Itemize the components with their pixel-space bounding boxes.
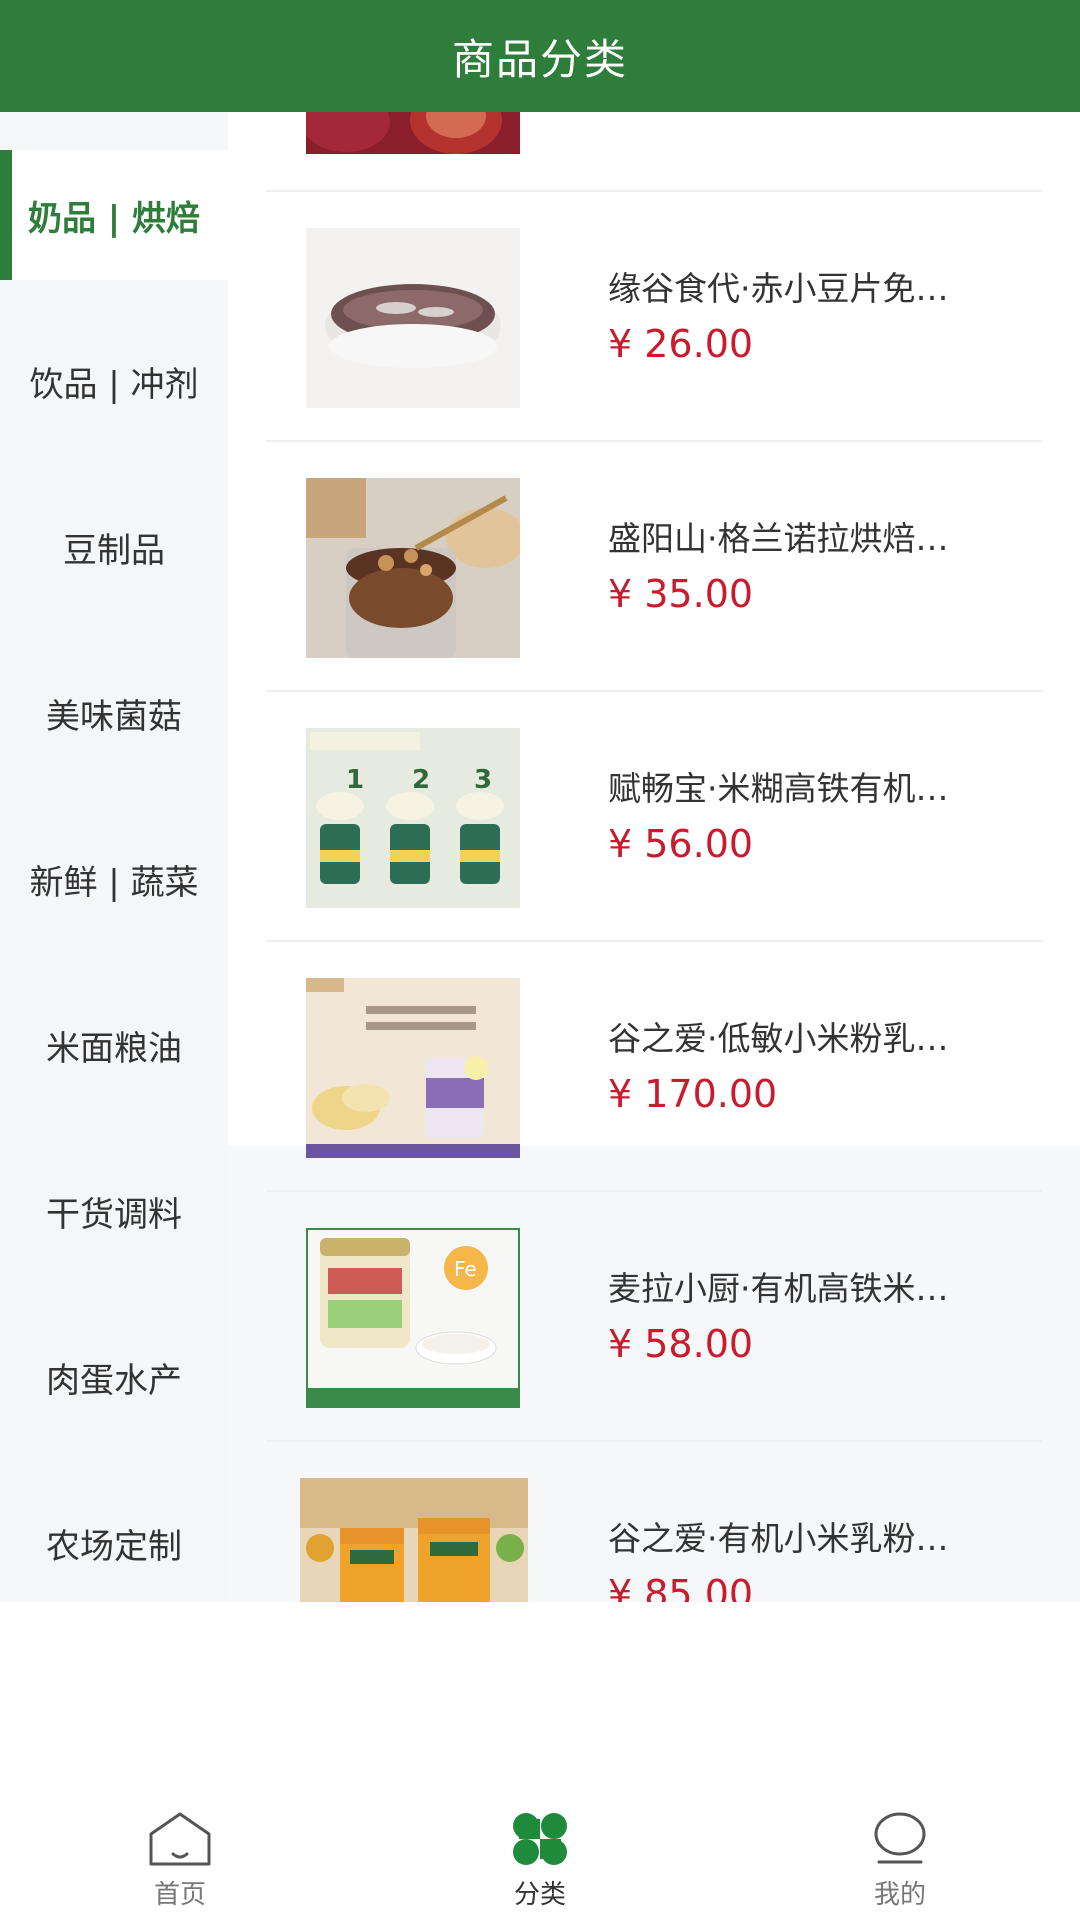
product-image[interactable]: Fe	[306, 1228, 520, 1408]
sidebar-item-mushroom[interactable]: 美味菌菇	[0, 648, 228, 778]
product-price: ¥ 26.00	[608, 322, 754, 366]
product-item[interactable]: Fe 麦拉小厨·有机高铁米… ¥ 58.00	[266, 1190, 1042, 1440]
product-item[interactable]: 谷之爱·有机小米乳粉… ¥ 85.00	[266, 1440, 1042, 1602]
sidebar-item-vegetables[interactable]: 新鲜 | 蔬菜	[0, 814, 228, 944]
product-image[interactable]	[306, 478, 520, 658]
product-name[interactable]: 赋畅宝·米糊高铁有机…	[608, 762, 1028, 810]
product-item[interactable]: 缘谷食代·赤小豆片免… ¥ 26.00	[266, 190, 1042, 440]
product-name[interactable]: 缘谷食代·赤小豆片免…	[608, 262, 1028, 310]
sidebar-item-dry-goods[interactable]: 干货调料	[0, 1146, 228, 1276]
home-icon	[149, 1812, 211, 1866]
svg-text:Fe: Fe	[454, 1257, 477, 1281]
product-name[interactable]: 麦拉小厨·有机高铁米…	[608, 1262, 1028, 1310]
product-item[interactable]: 盛阳山·格兰诺拉烘焙… ¥ 35.00	[266, 440, 1042, 690]
tab-category-label: 分类	[513, 1880, 566, 1910]
tab-mine[interactable]: 我的	[800, 1810, 1000, 1920]
product-price: ¥ 85.00	[608, 1572, 754, 1602]
tab-home[interactable]: 首页	[80, 1810, 280, 1920]
product-price: ¥ 35.00	[608, 572, 754, 616]
product-price: ¥ 170.00	[608, 1072, 778, 1116]
app-header: 商品分类	[0, 0, 1080, 112]
product-price: ¥ 56.00	[608, 822, 754, 866]
tab-home-label: 首页	[153, 1880, 206, 1910]
product-name[interactable]: 谷之爱·有机小米乳粉…	[608, 1512, 1028, 1560]
svg-text:2: 2	[412, 765, 430, 795]
sidebar-item-soy[interactable]: 豆制品	[0, 482, 228, 612]
clover-icon	[513, 1813, 567, 1865]
svg-text:3: 3	[474, 765, 492, 795]
sidebar-item-farm-custom[interactable]: 农场定制	[0, 1478, 228, 1602]
chat-bubble-icon	[874, 1812, 926, 1864]
product-image[interactable]	[306, 978, 520, 1158]
product-image[interactable]	[300, 1478, 528, 1602]
tab-mine-label: 我的	[873, 1880, 926, 1910]
sidebar-item-grain-oil[interactable]: 米面粮油	[0, 980, 228, 1110]
product-list[interactable]: 缘谷食代·赤小豆片免… ¥ 26.00 盛阳山·格兰诺拉烘焙… ¥ 35.00	[228, 112, 1080, 1602]
product-thumb-partial[interactable]	[306, 112, 520, 154]
bottom-tab-bar: 首页 分类 我的	[0, 1602, 1080, 1920]
product-price: ¥ 58.00	[608, 1322, 754, 1366]
svg-text:1: 1	[346, 765, 364, 795]
product-name[interactable]: 盛阳山·格兰诺拉烘焙…	[608, 512, 1028, 560]
category-sidebar: 奶品 | 烘焙 饮品 | 冲剂 豆制品 美味菌菇 新鲜 | 蔬菜 米面粮油 干货…	[0, 112, 228, 1602]
tab-category[interactable]: 分类	[440, 1810, 640, 1920]
page-title: 商品分类	[451, 34, 628, 84]
product-item[interactable]: 1 2 3 赋畅宝·米糊高铁有机… ¥ 56.00	[266, 690, 1042, 940]
sidebar-item-drinks[interactable]: 饮品 | 冲剂	[0, 316, 228, 446]
product-item[interactable]: 谷之爱·低敏小米粉乳… ¥ 170.00	[266, 940, 1042, 1190]
product-image[interactable]: 1 2 3	[306, 728, 520, 908]
product-image[interactable]	[306, 228, 520, 408]
sidebar-item-dairy-baking[interactable]: 奶品 | 烘焙	[0, 150, 228, 280]
sidebar-item-meat-egg[interactable]: 肉蛋水产	[0, 1312, 228, 1442]
product-name[interactable]: 谷之爱·低敏小米粉乳…	[608, 1012, 1028, 1060]
